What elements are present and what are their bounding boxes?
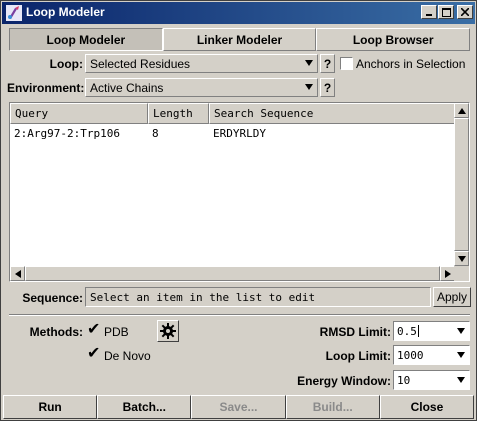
chevron-down-icon bbox=[457, 328, 465, 334]
action-bar: Run Batch... Save... Build... Close bbox=[3, 395, 475, 419]
rmsd-limit-field[interactable]: 0.5 bbox=[393, 321, 470, 341]
rmsd-limit-label: RMSD Limit: bbox=[319, 325, 391, 339]
scroll-corner bbox=[454, 266, 469, 281]
sequence-input[interactable]: Select an item in the list to edit bbox=[85, 287, 431, 307]
chevron-down-icon bbox=[457, 377, 465, 383]
batch-button[interactable]: Batch... bbox=[97, 395, 192, 419]
loop-label: Loop: bbox=[49, 57, 83, 71]
anchors-checkbox[interactable] bbox=[340, 57, 353, 70]
maximize-button[interactable] bbox=[438, 5, 454, 19]
cell-sequence: ERDYRLDY bbox=[213, 126, 266, 140]
scroll-right-button[interactable] bbox=[440, 266, 455, 281]
tab-loop-browser[interactable]: Loop Browser bbox=[316, 28, 471, 51]
column-header-length[interactable]: Length bbox=[148, 103, 209, 124]
apply-button[interactable]: Apply bbox=[433, 287, 471, 307]
energy-window-field[interactable]: 10 bbox=[393, 370, 470, 390]
cell-query: 2:Arg97-2:Trp106 bbox=[14, 126, 120, 140]
anchors-label: Anchors in Selection bbox=[356, 57, 466, 71]
cell-length: 8 bbox=[152, 126, 159, 140]
denovo-label: De Novo bbox=[104, 349, 151, 363]
pdb-checkbox[interactable]: ✔ bbox=[87, 322, 100, 338]
methods-label: Methods: bbox=[29, 325, 83, 339]
maximize-icon bbox=[441, 7, 451, 17]
arrow-down-icon bbox=[457, 255, 466, 262]
close-button[interactable]: Close bbox=[379, 395, 475, 419]
text-caret bbox=[417, 325, 419, 337]
horizontal-scroll-thumb[interactable] bbox=[25, 266, 440, 281]
run-button[interactable]: Run bbox=[3, 395, 98, 419]
window-title: Loop Modeler bbox=[26, 5, 105, 19]
loop-limit-value: 1000 bbox=[397, 348, 424, 362]
gear-icon bbox=[160, 323, 176, 339]
chevron-down-icon bbox=[305, 60, 313, 66]
close-window-button[interactable] bbox=[457, 5, 473, 19]
table-header: Query Length Search Sequence bbox=[10, 103, 455, 124]
environment-select-value: Active Chains bbox=[90, 80, 164, 95]
environment-select[interactable]: Active Chains bbox=[85, 78, 318, 97]
pdb-label: PDB bbox=[104, 325, 129, 339]
environment-help-button[interactable]: ? bbox=[320, 78, 335, 97]
loop-modeler-window: Loop Modeler Loop Modeler Linker Modeler… bbox=[0, 0, 477, 421]
minimize-icon bbox=[426, 14, 432, 16]
energy-window-value: 10 bbox=[397, 373, 411, 387]
build-button[interactable]: Build... bbox=[285, 395, 380, 419]
save-button[interactable]: Save... bbox=[191, 395, 286, 419]
sequence-label: Sequence: bbox=[22, 291, 83, 305]
column-header-search-sequence[interactable]: Search Sequence bbox=[209, 103, 455, 124]
tab-linker-modeler[interactable]: Linker Modeler bbox=[162, 28, 317, 51]
arrow-left-icon bbox=[14, 269, 21, 278]
scroll-down-button[interactable] bbox=[454, 251, 469, 266]
horizontal-scrollbar[interactable] bbox=[10, 266, 455, 281]
loop-select-value: Selected Residues bbox=[90, 56, 191, 71]
tab-bar: Loop Modeler Linker Modeler Loop Browser bbox=[9, 28, 471, 51]
energy-window-label: Energy Window: bbox=[297, 374, 391, 388]
rmsd-limit-value: 0.5 bbox=[397, 324, 417, 338]
section-divider bbox=[9, 314, 470, 316]
tab-loop-modeler[interactable]: Loop Modeler bbox=[9, 28, 163, 51]
scroll-up-button[interactable] bbox=[454, 103, 469, 118]
title-bar: Loop Modeler bbox=[2, 2, 475, 24]
arrow-up-icon bbox=[457, 107, 466, 114]
loop-query-table: Query Length Search Sequence 2:Arg97-2:T… bbox=[9, 102, 470, 282]
vertical-scroll-thumb[interactable] bbox=[454, 118, 469, 251]
chimera-app-icon bbox=[6, 5, 22, 21]
minimize-button[interactable] bbox=[421, 5, 437, 19]
scroll-left-button[interactable] bbox=[10, 266, 25, 281]
loop-limit-label: Loop Limit: bbox=[325, 349, 391, 363]
arrow-right-icon bbox=[444, 269, 451, 278]
methods-settings-button[interactable] bbox=[157, 320, 179, 342]
denovo-checkbox[interactable]: ✔ bbox=[87, 346, 100, 362]
chevron-down-icon bbox=[305, 84, 313, 90]
chevron-down-icon bbox=[457, 352, 465, 358]
loop-limit-field[interactable]: 1000 bbox=[393, 345, 470, 365]
close-icon bbox=[461, 8, 469, 16]
vertical-scrollbar[interactable] bbox=[454, 103, 469, 266]
table-row[interactable]: 2:Arg97-2:Trp106 8 ERDYRLDY bbox=[10, 125, 455, 141]
loop-help-button[interactable]: ? bbox=[320, 54, 335, 73]
environment-label: Environment: bbox=[7, 81, 85, 95]
column-header-query[interactable]: Query bbox=[10, 103, 148, 124]
loop-select[interactable]: Selected Residues bbox=[85, 54, 318, 73]
